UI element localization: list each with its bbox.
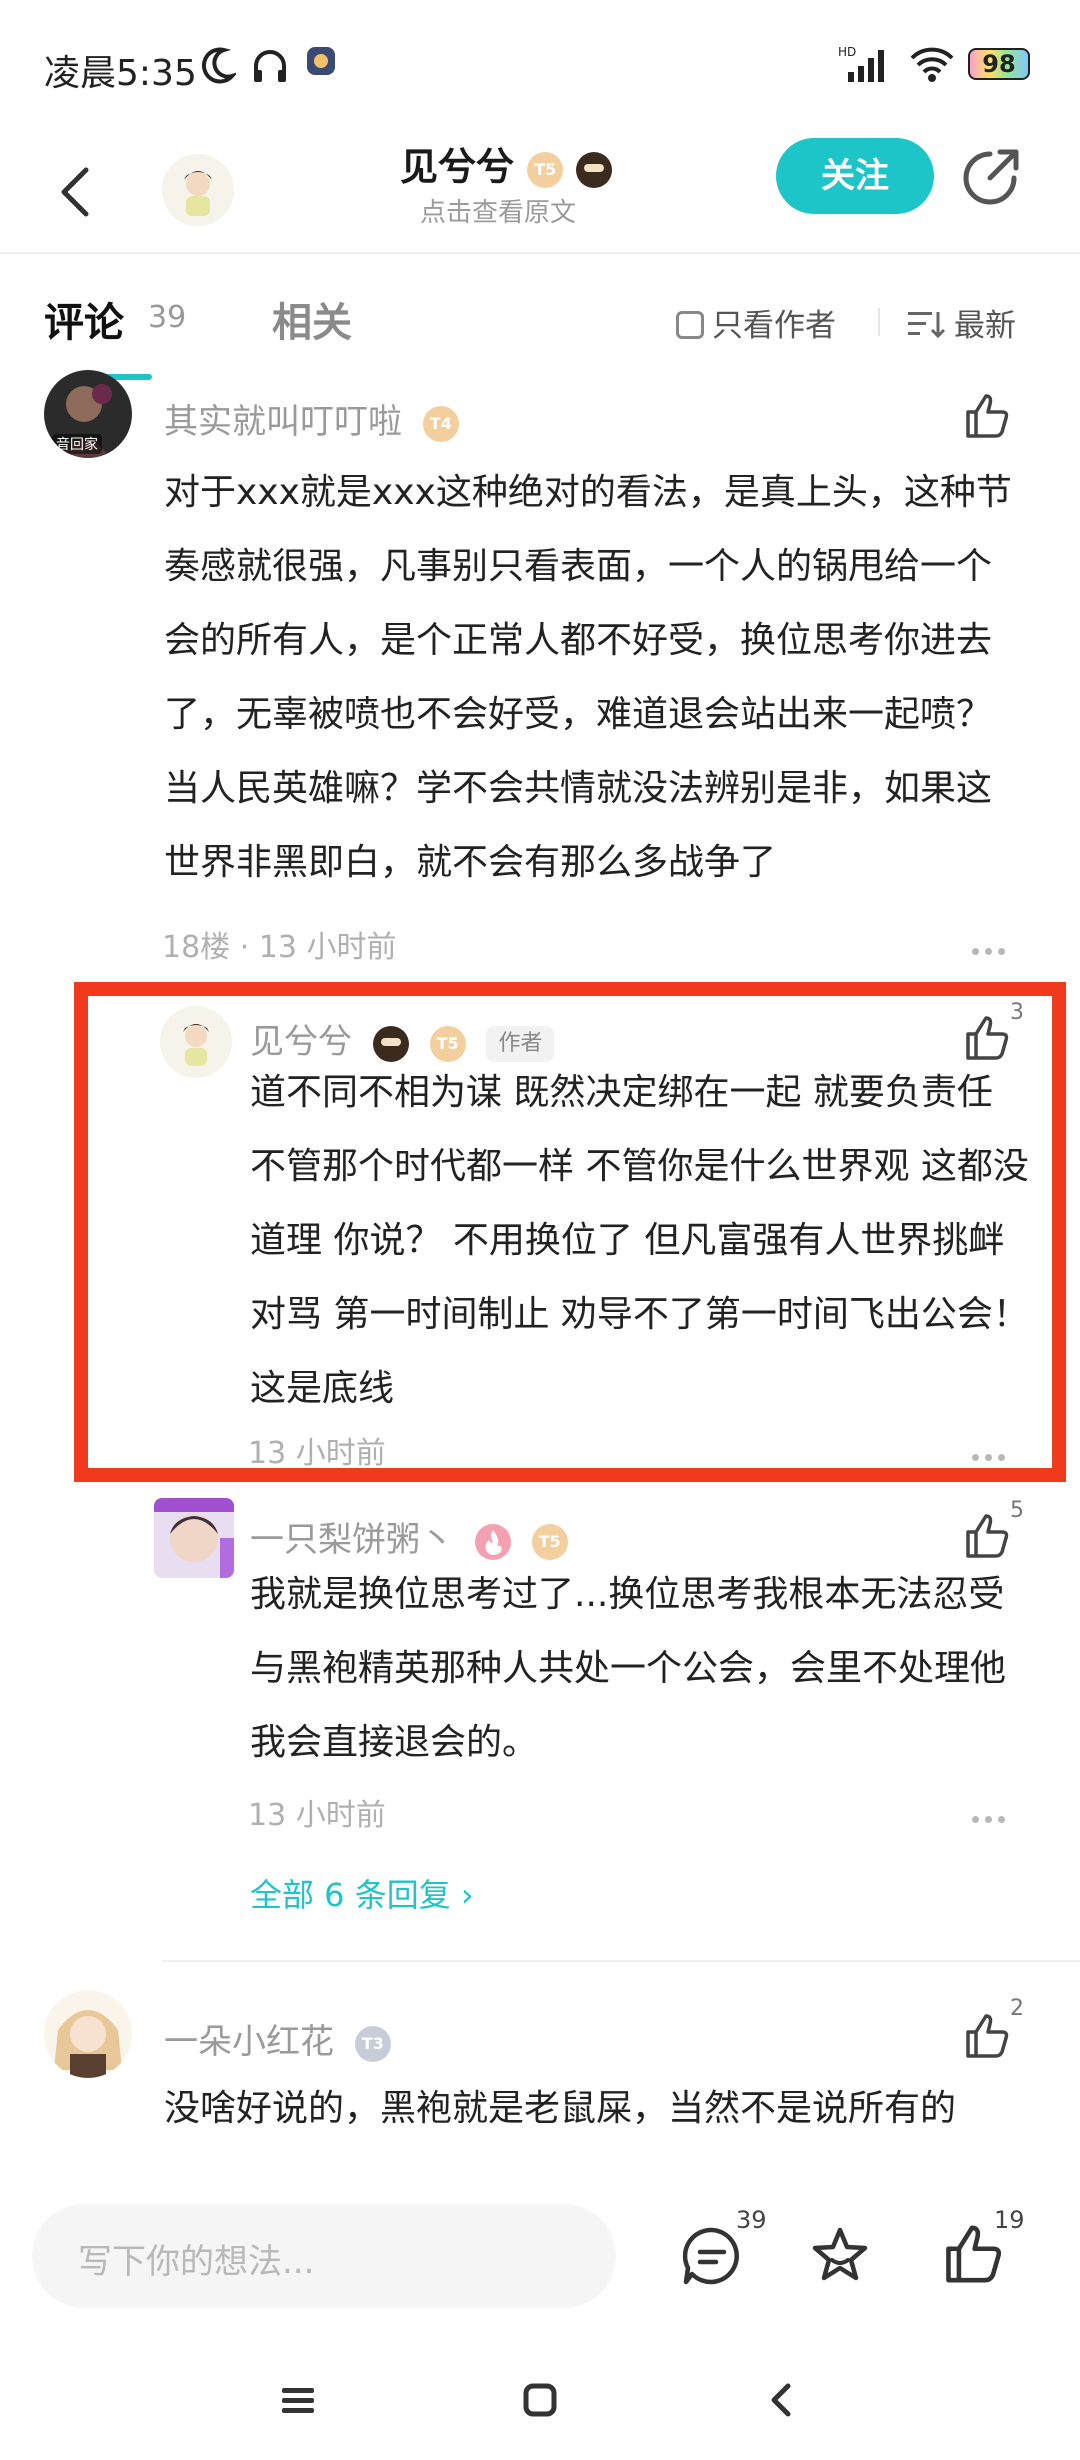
- follow-button[interactable]: 关注: [776, 138, 934, 214]
- commenter-name[interactable]: 一只梨饼粥丶: [250, 1520, 454, 1560]
- comment-header: 一只梨饼粥丶 T5: [250, 1512, 568, 1561]
- comment-meta: 13 小时前: [248, 1798, 386, 1833]
- flame-badge-icon: [474, 1523, 511, 1560]
- top-header: 见兮兮 T5 点击查看原文 关注: [0, 130, 1080, 250]
- more-options-icon[interactable]: [972, 940, 1020, 955]
- share-icon[interactable]: [960, 144, 1024, 208]
- all-replies-link[interactable]: 全部 6 条回复 ›: [250, 1870, 474, 1916]
- bottom-action-bar: 写下你的想法... 39 19: [0, 2154, 1080, 2344]
- level-badge: T4: [422, 405, 459, 442]
- svg-text:HD: HD: [838, 45, 856, 59]
- home-icon[interactable]: [520, 2380, 560, 2420]
- highlight-annotation-box: [74, 982, 1066, 1482]
- comment-divider: [162, 1960, 1080, 1962]
- sort-button[interactable]: 最新: [906, 300, 1016, 345]
- status-bar: 凌晨5:35 HD 98: [0, 0, 1080, 130]
- comment-text: 对于xxx就是xxx这种绝对的看法，是真上头，这种节奏感就很强，凡事别只看表面，…: [164, 472, 1012, 883]
- menu-icon[interactable]: [278, 2380, 318, 2420]
- only-author-label: 只看作者: [712, 308, 836, 344]
- sort-divider: [878, 308, 880, 336]
- more-options-icon[interactable]: [972, 1808, 1020, 1823]
- page-title: 见兮兮: [400, 145, 515, 189]
- comment-text: 没啥好说的，黑袍就是老鼠屎，当然不是说所有的: [164, 2088, 957, 2129]
- signal-icon: HD: [838, 44, 890, 88]
- like-count: 5: [1010, 1498, 1024, 1523]
- comment-count: 39: [736, 2206, 767, 2234]
- tab-related[interactable]: 相关: [272, 290, 352, 348]
- thumbs-up-icon[interactable]: [960, 2010, 1012, 2062]
- comment-text: 我就是换位思考过了...换位思考我根本无法忍受与黑袍精英那种人共处一个公会，会里…: [250, 1574, 1007, 1763]
- avatar-frame-badge-icon: [576, 151, 613, 188]
- tab-comments[interactable]: 评论: [44, 290, 124, 348]
- sort-label: 最新: [954, 308, 1016, 344]
- view-original-link[interactable]: 点击查看原文: [420, 192, 576, 229]
- app-notification-icon: [307, 47, 335, 75]
- headphones-icon: [254, 50, 286, 82]
- battery-icon: 98: [968, 48, 1030, 80]
- sort-icon: [908, 312, 946, 339]
- thumbs-up-icon[interactable]: [960, 1510, 1012, 1562]
- author-avatar[interactable]: [162, 154, 234, 226]
- header-title-row: 见兮兮 T5: [400, 136, 613, 191]
- only-author-toggle[interactable]: 只看作者: [676, 300, 836, 345]
- header-divider: [0, 252, 1080, 254]
- favorite-star-icon[interactable]: [808, 2224, 872, 2288]
- commenter-name[interactable]: 一朵小红花: [164, 2022, 334, 2062]
- level-badge: T3: [354, 2025, 391, 2062]
- commenter-name[interactable]: 其实就叫叮叮啦: [164, 402, 402, 442]
- comment-tabs: 评论 39 相关 只看作者 最新: [0, 270, 1080, 380]
- comment-input[interactable]: 写下你的想法...: [32, 2204, 616, 2308]
- commenter-avatar[interactable]: 音回家: [44, 370, 132, 458]
- level-badge: T5: [527, 151, 564, 188]
- thumbs-up-icon[interactable]: [960, 390, 1012, 442]
- wifi-icon: [910, 47, 954, 82]
- level-badge: T5: [531, 1523, 568, 1560]
- like-count: 2: [1010, 1996, 1024, 2021]
- moon-icon: [201, 47, 236, 84]
- back-nav-icon[interactable]: [762, 2380, 802, 2420]
- back-arrow-icon[interactable]: [50, 152, 100, 232]
- comment-header: 一朵小红花 T3: [164, 2014, 391, 2063]
- like-count: 19: [994, 2206, 1025, 2234]
- avatar-caption: 音回家: [52, 434, 102, 454]
- checkbox-icon[interactable]: [676, 311, 704, 339]
- comment-input-placeholder: 写下你的想法...: [78, 2242, 315, 2282]
- system-navigation-bar: [0, 2344, 1080, 2460]
- comments-count: 39: [148, 300, 187, 335]
- comment-bubble-icon[interactable]: [680, 2224, 744, 2288]
- battery-level: 98: [982, 50, 1016, 78]
- commenter-avatar[interactable]: [44, 1990, 132, 2078]
- comment-header: 其实就叫叮叮啦 T4: [164, 394, 459, 443]
- comment-meta: 18楼 · 13 小时前: [162, 930, 397, 965]
- commenter-avatar[interactable]: [154, 1498, 234, 1578]
- status-time: 凌晨5:35: [44, 53, 197, 94]
